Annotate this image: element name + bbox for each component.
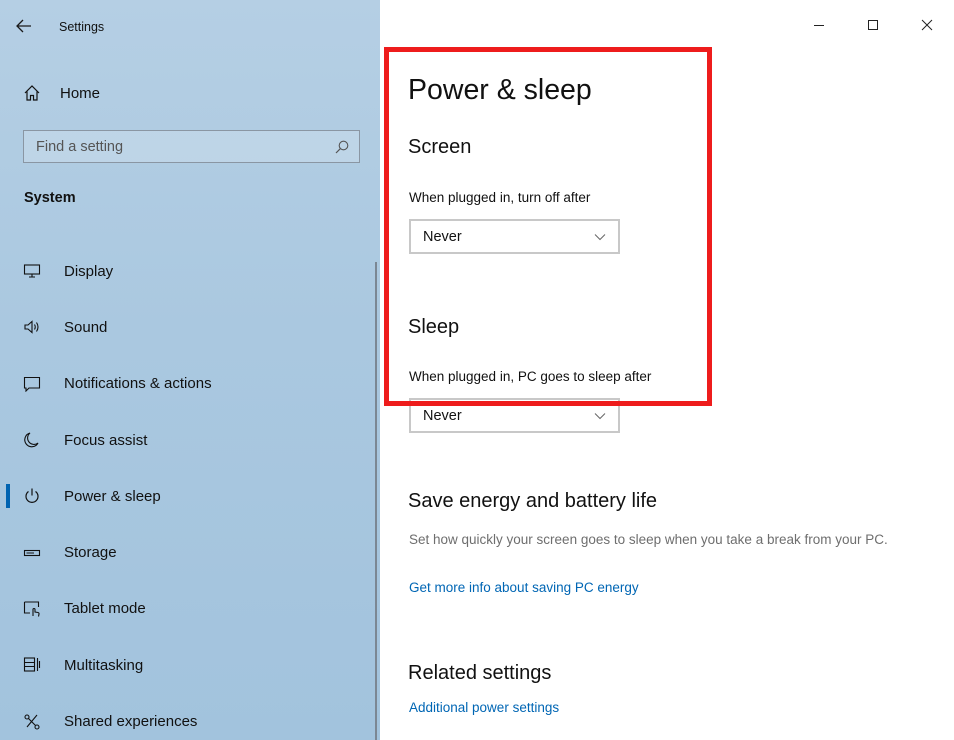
- save-energy-info-link[interactable]: Get more info about saving PC energy: [409, 580, 639, 595]
- multitasking-icon: [0, 656, 64, 674]
- sleep-plugged-label: When plugged in, PC goes to sleep after: [409, 369, 652, 384]
- speaker-icon: [0, 319, 64, 335]
- sidebar-item-display[interactable]: Display: [0, 243, 375, 299]
- screen-heading: Screen: [408, 136, 472, 158]
- related-settings-heading: Related settings: [408, 662, 552, 684]
- sleep-heading: Sleep: [408, 316, 460, 338]
- sidebar-item-label: Home: [60, 84, 101, 102]
- close-button[interactable]: [900, 0, 954, 54]
- sidebar-item-home[interactable]: Home: [0, 72, 380, 114]
- sidebar-item-label: Tablet mode: [64, 600, 146, 618]
- close-icon: [921, 18, 933, 36]
- page-title: Power & sleep: [408, 74, 592, 106]
- sleep-timeout-dropdown[interactable]: Never: [409, 398, 620, 433]
- sidebar: Settings Home System Display: [0, 0, 380, 740]
- home-icon: [0, 84, 60, 102]
- sidebar-item-label: Focus assist: [64, 431, 148, 449]
- chevron-down-icon: [594, 233, 606, 241]
- save-energy-description: Set how quickly your screen goes to slee…: [409, 532, 888, 547]
- maximize-button[interactable]: [846, 0, 900, 54]
- title-bar: Settings: [0, 0, 380, 54]
- screen-timeout-dropdown[interactable]: Never: [409, 219, 620, 254]
- notification-icon: [0, 376, 64, 392]
- chevron-down-icon: [594, 412, 606, 420]
- storage-icon: [0, 547, 64, 559]
- sidebar-item-multitasking[interactable]: Multitasking: [0, 637, 375, 693]
- monitor-icon: [0, 263, 64, 279]
- dropdown-value: Never: [423, 228, 462, 245]
- app-title: Settings: [59, 20, 105, 34]
- sidebar-item-notifications[interactable]: Notifications & actions: [0, 356, 375, 412]
- minimize-button[interactable]: [792, 0, 846, 54]
- sidebar-item-focus-assist[interactable]: Focus assist: [0, 412, 375, 468]
- search-box[interactable]: [23, 130, 360, 163]
- maximize-icon: [867, 18, 879, 36]
- additional-power-settings-link[interactable]: Additional power settings: [409, 700, 559, 715]
- sidebar-item-label: Sound: [64, 318, 108, 336]
- sidebar-item-label: Display: [64, 262, 114, 280]
- sidebar-item-label: Power & sleep: [64, 487, 161, 505]
- sidebar-item-label: Shared experiences: [64, 713, 198, 731]
- search-icon[interactable]: [335, 140, 349, 154]
- power-icon: [0, 487, 64, 505]
- back-arrow-icon: [16, 17, 32, 38]
- sidebar-item-sound[interactable]: Sound: [0, 299, 375, 355]
- back-button[interactable]: [0, 0, 48, 54]
- sidebar-item-tablet-mode[interactable]: Tablet mode: [0, 581, 375, 637]
- section-title: System: [24, 190, 76, 206]
- save-energy-heading: Save energy and battery life: [408, 490, 658, 512]
- sidebar-item-storage[interactable]: Storage: [0, 524, 375, 580]
- settings-window: Settings Home System Display: [0, 0, 954, 740]
- sidebar-item-shared-experiences[interactable]: Shared experiences: [0, 693, 375, 740]
- sidebar-item-label: Notifications & actions: [64, 375, 212, 393]
- sidebar-item-power-sleep[interactable]: Power & sleep: [0, 468, 375, 524]
- sidebar-scrollbar[interactable]: [375, 262, 377, 740]
- sidebar-item-label: Multitasking: [64, 656, 144, 674]
- tablet-mode-icon: [0, 600, 64, 618]
- screen-plugged-label: When plugged in, turn off after: [409, 190, 591, 205]
- moon-icon: [0, 431, 64, 449]
- sidebar-item-label: Storage: [64, 544, 117, 562]
- window-controls: [792, 0, 954, 54]
- search-input[interactable]: [36, 138, 316, 155]
- shared-experiences-icon: [0, 713, 64, 731]
- minimize-icon: [813, 18, 825, 36]
- dropdown-value: Never: [423, 407, 462, 424]
- sidebar-nav: Display Sound Notifications & actions Fo…: [0, 243, 375, 740]
